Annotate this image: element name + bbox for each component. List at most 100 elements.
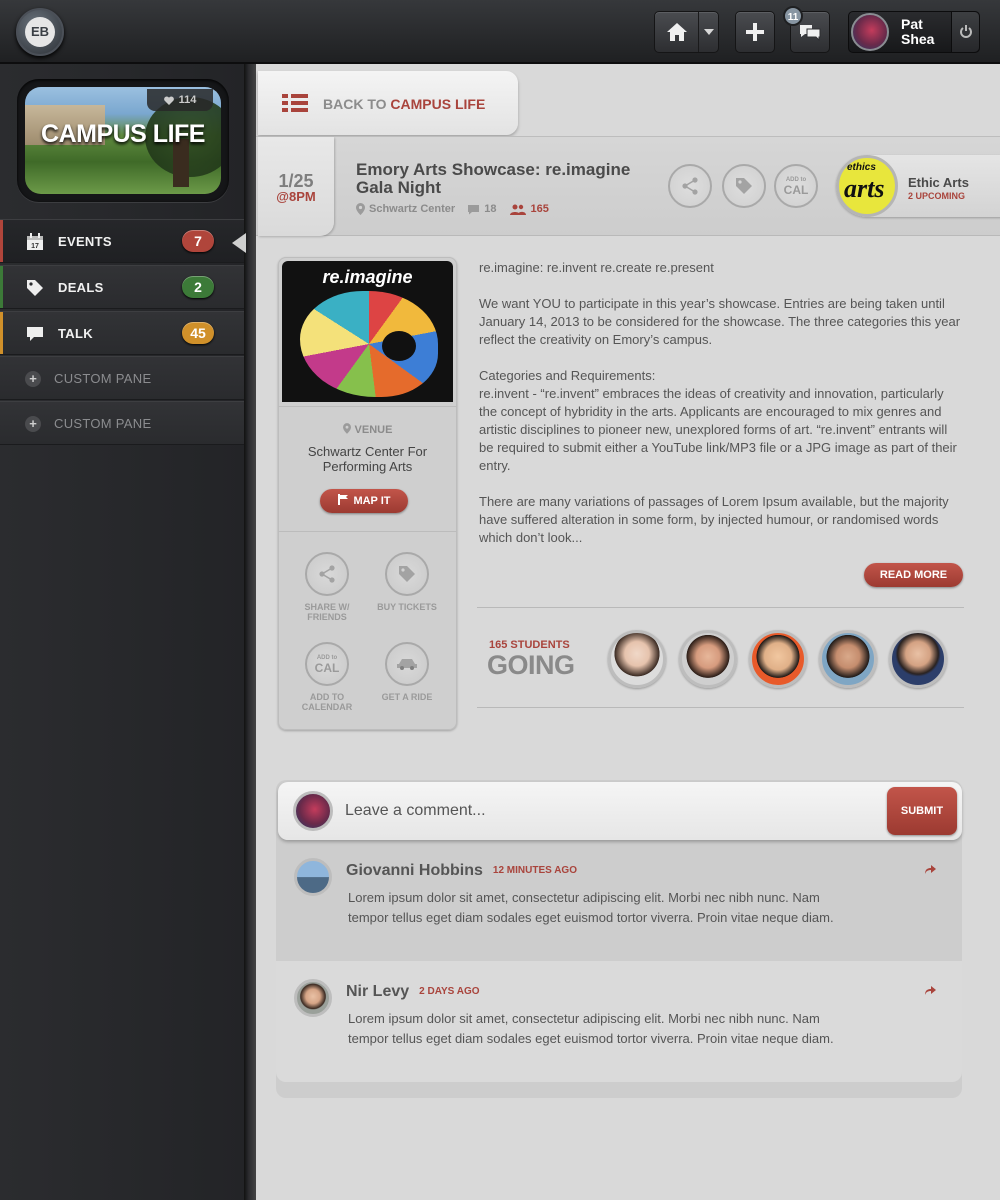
attendee-avatar[interactable] (819, 630, 877, 688)
user-menu[interactable]: Pat Shea (848, 11, 980, 53)
venue-card: re.imagine VENUE Schwartz Center For Per… (278, 257, 457, 730)
sidebar-item-label: DEALS (58, 279, 104, 295)
description-paragraph: Categories and Requirements: re.invent - … (479, 368, 957, 473)
sidebar-item-deals[interactable]: DEALS 2 (0, 265, 244, 309)
top-bar: EB 11 Pat Shea (0, 0, 1000, 64)
map-pin-icon (356, 203, 365, 215)
deals-count-badge: 2 (182, 276, 214, 298)
attendee-avatar[interactable] (679, 630, 737, 688)
description-paragraph: re.imagine: re.invent re.create re.prese… (479, 260, 714, 275)
add-to-calendar-button[interactable]: ADD to CAL (774, 164, 818, 208)
going-label: GOING (487, 650, 575, 680)
attendee-avatar[interactable] (749, 630, 807, 688)
comment-input[interactable] (345, 800, 865, 822)
tag-button[interactable] (722, 164, 766, 208)
attendee-avatar[interactable] (889, 630, 947, 688)
speech-bubble-icon (25, 324, 45, 344)
comment-text: Lorem ipsum dolor sit amet, consectetur … (348, 1011, 834, 1046)
reply-button[interactable] (924, 983, 936, 999)
commenter-avatar[interactable] (294, 979, 332, 1017)
talk-count-badge: 45 (182, 322, 214, 344)
event-location-link[interactable]: Schwartz Center (356, 203, 455, 215)
event-comments[interactable]: 18 (467, 203, 496, 215)
sidebar-item-events[interactable]: 17 EVENTS 7 (0, 219, 244, 263)
share-button[interactable] (668, 164, 712, 208)
app-logo[interactable]: EB (16, 8, 64, 56)
comment-text: Lorem ipsum dolor sit amet, consectetur … (348, 890, 834, 925)
event-description: re.imagine: re.invent re.create re.prese… (479, 259, 964, 565)
app-logo-text: EB (25, 17, 55, 47)
comment-icon (468, 204, 480, 214)
tag-icon (25, 278, 45, 298)
share-with-friends-button[interactable]: SHARE W/ FRIENDS (292, 552, 362, 622)
calendar-icon: 17 (25, 232, 45, 252)
back-link-text: BACK TO CAMPUS LIFE (323, 96, 486, 112)
sidebar: CAMPUS LIFE 114 17 EVENTS 7 DEALS 2 TALK… (0, 64, 244, 1200)
venue-section: VENUE Schwartz Center For Performing Art… (278, 406, 457, 532)
reply-button[interactable] (924, 862, 936, 878)
action-label: BUY TICKETS (377, 602, 437, 612)
paint-palette-image (300, 291, 438, 397)
current-user-avatar (293, 791, 333, 831)
active-item-pointer (232, 233, 246, 253)
tag-icon (736, 178, 752, 194)
sidebar-item-custom-pane-1[interactable]: + CUSTOM PANE (0, 356, 244, 400)
home-button[interactable] (654, 11, 719, 53)
event-poster: re.imagine (282, 261, 453, 402)
add-icon: + (25, 371, 41, 387)
organizer-upcoming: 2 UPCOMING (908, 191, 966, 201)
add-cal-big-text: CAL (314, 661, 340, 675)
home-icon (667, 23, 687, 41)
commenter-name[interactable]: Nir Levy 2 DAYS AGO (346, 983, 480, 1001)
sidebar-item-talk[interactable]: TALK 45 (0, 311, 244, 355)
sidebar-item-label: CUSTOM PANE (54, 415, 152, 431)
add-icon: + (25, 416, 41, 432)
commenter-name[interactable]: Giovanni Hobbins 12 MINUTES AGO (346, 862, 577, 880)
chevron-down-icon[interactable] (704, 29, 714, 35)
back-to-campus-life-button[interactable]: BACK TO CAMPUS LIFE (258, 71, 518, 135)
likes-badge[interactable]: 114 (147, 89, 213, 111)
sidebar-item-label: CUSTOM PANE (54, 370, 152, 386)
user-avatar (851, 13, 889, 51)
messages-count-badge: 11 (783, 6, 803, 26)
campus-life-title: CAMPUS LIFE (41, 120, 205, 148)
add-button[interactable] (735, 11, 775, 53)
reply-arrow-icon (925, 865, 936, 874)
submit-comment-button[interactable]: SUBMIT (887, 787, 957, 835)
events-count-badge: 7 (182, 230, 214, 252)
add-to-calendar-button[interactable]: ADD to CAL ADD TO CALENDAR (292, 642, 362, 712)
svg-text:17: 17 (31, 243, 39, 250)
organizer-card[interactable]: ethics arts Ethic Arts 2 UPCOMING (836, 155, 1000, 217)
event-attendees-count: 165 (530, 203, 549, 215)
event-meta: Schwartz Center 18 165 (356, 203, 549, 215)
campus-life-card[interactable]: CAMPUS LIFE 114 (17, 79, 229, 202)
power-icon (959, 25, 972, 38)
chat-bubbles-icon (800, 25, 821, 41)
likes-count: 114 (178, 94, 197, 106)
add-cal-big-text: CAL (783, 183, 809, 197)
sidebar-item-label: EVENTS (58, 233, 112, 249)
event-attendees[interactable]: 165 (510, 203, 549, 215)
attendee-avatar[interactable] (608, 630, 666, 688)
buy-tickets-button[interactable]: BUY TICKETS (372, 552, 442, 612)
reply-arrow-icon (925, 986, 936, 995)
campus-life-image: CAMPUS LIFE 114 (25, 87, 221, 194)
read-more-button[interactable]: READ MORE (864, 563, 963, 587)
car-icon (397, 659, 417, 670)
event-comments-count: 18 (484, 203, 497, 215)
comment-time: 12 MINUTES AGO (492, 865, 577, 876)
event-time: @8PM (276, 189, 316, 204)
main-content: BACK TO CAMPUS LIFE 1/25 @8PM Emory Arts… (256, 64, 1000, 1200)
comments-section: Giovanni Hobbins 12 MINUTES AGO Lorem ips… (276, 780, 962, 1098)
map-it-button[interactable]: MAP IT (320, 489, 408, 513)
event-date-box: 1/25 @8PM (258, 137, 334, 236)
description-paragraph: We want YOU to participate in this year’… (479, 296, 961, 347)
venue-label: VENUE (278, 423, 457, 436)
event-title: Emory Arts Showcase: re.imagine Gala Nig… (356, 160, 631, 197)
get-a-ride-button[interactable]: GET A RIDE (372, 642, 442, 702)
comment-time: 2 DAYS AGO (419, 986, 480, 997)
logout-button[interactable] (951, 12, 979, 52)
commenter-avatar[interactable] (294, 858, 332, 896)
sidebar-item-custom-pane-2[interactable]: + CUSTOM PANE (0, 401, 244, 445)
organizer-name: Ethic Arts (908, 175, 969, 190)
